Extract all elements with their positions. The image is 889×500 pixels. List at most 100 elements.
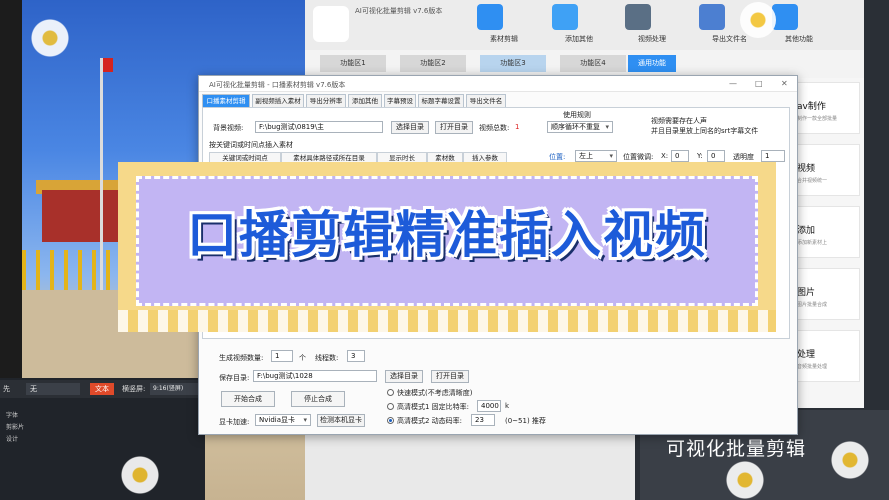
style-select[interactable]: 无 [26, 383, 80, 395]
threads-label: 线程数: [315, 354, 339, 362]
list-item[interactable]: 字体 [0, 410, 60, 422]
position-label: 位置: [549, 153, 566, 161]
use-rule-label: 使用规则 [563, 111, 591, 119]
feature-card-title: 图片 [797, 288, 816, 298]
minimize-button[interactable]: — [729, 79, 737, 88]
feature-card-sub: 音频批量处理 [797, 364, 828, 370]
feature-card-sub: 合并视频统一 [797, 178, 828, 184]
feature-card[interactable]: 图片 图片批量合成 [790, 268, 860, 320]
ratio-label: 横竖屏: [122, 385, 146, 393]
feature-card-title: 处理 [797, 350, 816, 360]
tab-sub-video-insert[interactable]: 副视频插入素材 [252, 94, 304, 107]
opacity-label: 透明度 [733, 153, 754, 161]
use-rule-select[interactable]: 顺序循环不重复 [547, 121, 613, 133]
feature-card-title: av制作 [797, 102, 826, 112]
function-area-1[interactable]: 功能区1 [320, 55, 386, 72]
opacity-input[interactable]: 1 [761, 150, 785, 162]
mode-hq2-radio[interactable] [387, 417, 394, 424]
function-area-3[interactable]: 功能区3 [480, 55, 546, 72]
function-area-2[interactable]: 功能区2 [400, 55, 466, 72]
feature-card[interactable]: 视频 合并视频统一 [790, 144, 860, 196]
daisy-decoration [20, 8, 80, 68]
gen-count-unit: 个 [299, 354, 306, 362]
feature-card[interactable]: 添加 添加新素材上 [790, 206, 860, 258]
nav-export-filename[interactable]: 导出文件名 [677, 4, 747, 48]
preview-left-bar [0, 0, 22, 380]
promo-banner-stripe [118, 310, 776, 332]
film-icon [477, 4, 503, 30]
feature-card[interactable]: av制作 制作一款全部批量 [790, 82, 860, 134]
mode-hq2-crf-input[interactable]: 23 [471, 414, 495, 426]
feature-card-sub: 添加新素材上 [797, 240, 828, 246]
nav-material-edit[interactable]: 素材剪辑 [455, 4, 525, 48]
tab-add-other[interactable]: 添加其他 [348, 94, 382, 107]
nav-label: 视频处理 [638, 35, 666, 43]
gpu-select[interactable]: Nvidia显卡 [255, 414, 311, 426]
stop-compose-button[interactable]: 停止合成 [291, 391, 345, 407]
ratio-select[interactable]: 9:16(竖屏) [150, 383, 200, 395]
offset-x-input[interactable]: 0 [671, 150, 689, 162]
sliders-icon [625, 4, 651, 30]
bg-video-path-input[interactable]: F:\bug测试\0819\主 [255, 121, 383, 133]
promo-banner-text: 口播剪辑精准插入视频 [187, 206, 707, 264]
gen-count-label: 生成视频数量: [219, 354, 264, 362]
mode-hq1-bitrate-input[interactable]: 4000 [477, 400, 501, 412]
threads-input[interactable]: 3 [347, 350, 365, 362]
offset-y-input[interactable]: 0 [707, 150, 725, 162]
mode-hq1-label: 高清模式1 固定比特率: [397, 403, 470, 411]
video-total-label: 视频总数: [479, 124, 510, 132]
main-app-header: AI可视化批量剪辑 v7.6版本 素材剪辑 添加其他 视频处理 导出文件名 其他… [305, 0, 864, 50]
close-button[interactable]: ✕ [781, 79, 788, 88]
mode-hq2-label: 高清模式2 动态码率: [397, 417, 463, 425]
lower-middle-area [305, 430, 635, 500]
tab-export-resolution[interactable]: 导出分辨率 [306, 94, 346, 107]
text-tag-button[interactable]: 文本 [90, 383, 114, 395]
list-item[interactable]: 剪影片 [0, 422, 60, 434]
feature-card-sub: 制作一款全部批量 [797, 116, 838, 122]
toolbar-prefix: 先 [3, 385, 10, 393]
mode-fast-label: 快速模式(不考虑清晰度) [397, 389, 473, 397]
dialog-titlebar: AI可视化批量剪辑 - 口播素材剪辑 v7.6版本 — □ ✕ [199, 76, 797, 92]
feature-card[interactable]: 处理 音频批量处理 [790, 330, 860, 382]
tab-export-filename[interactable]: 导出文件名 [466, 94, 506, 107]
right-feature-panel: av制作 制作一款全部批量 视频 合并视频统一 添加 添加新素材上 图片 图片批… [790, 78, 864, 408]
maximize-button[interactable]: □ [755, 79, 763, 88]
offset-y-label: Y: [697, 152, 703, 160]
daisy-decoration [820, 430, 880, 490]
position-select[interactable]: 左上 [575, 150, 617, 162]
bg-video-label: 背景视频: [213, 124, 244, 132]
save-dir-input[interactable]: F:\bug测试\1028 [253, 370, 377, 382]
feature-card-title: 添加 [797, 226, 816, 236]
start-compose-button[interactable]: 开始合成 [221, 391, 275, 407]
detect-gpu-button[interactable]: 检测本机显卡 [317, 414, 365, 427]
nav-video-process[interactable]: 视频处理 [603, 4, 673, 48]
dialog-title: AI可视化批量剪辑 - 口播素材剪辑 v7.6版本 [209, 81, 346, 89]
gpu-label: 显卡加速: [219, 418, 250, 426]
video-total-value: 1 [515, 123, 520, 131]
nav-label: 导出文件名 [712, 35, 747, 43]
function-area-strip: 功能区1 功能区2 功能区3 功能区4 通用功能 [305, 50, 864, 78]
nav-label: 添加其他 [565, 35, 593, 43]
daisy-decoration [720, 455, 770, 500]
export-icon [699, 4, 725, 30]
tab-oral-material[interactable]: 口播素材剪辑 [202, 94, 250, 107]
tab-title-subtitle[interactable]: 标题字幕设置 [418, 94, 464, 107]
common-functions-button[interactable]: 通用功能 [628, 55, 676, 72]
note-line-2: 并且目录里放上同名的srt字幕文件 [651, 127, 759, 135]
add-layers-icon [552, 4, 578, 30]
bg-open-dir-button[interactable]: 打开目录 [435, 121, 473, 134]
mode-hq1-radio[interactable] [387, 403, 394, 410]
nav-add-other[interactable]: 添加其他 [530, 4, 600, 48]
app-title: AI可视化批量剪辑 v7.6版本 [355, 7, 443, 15]
save-select-dir-button[interactable]: 选择目录 [385, 370, 423, 383]
list-item[interactable]: 设计 [0, 434, 60, 446]
offset-label: 位置微调: [623, 153, 654, 161]
tab-subtitle-preset[interactable]: 字幕预设 [384, 94, 416, 107]
mode-fast-radio[interactable] [387, 389, 394, 396]
save-open-dir-button[interactable]: 打开目录 [431, 370, 469, 383]
gen-count-input[interactable]: 1 [271, 350, 293, 362]
daisy-decoration [120, 455, 160, 495]
save-dir-label: 保存目录: [219, 374, 250, 382]
bg-select-dir-button[interactable]: 选择目录 [391, 121, 429, 134]
function-area-4[interactable]: 功能区4 [560, 55, 626, 72]
